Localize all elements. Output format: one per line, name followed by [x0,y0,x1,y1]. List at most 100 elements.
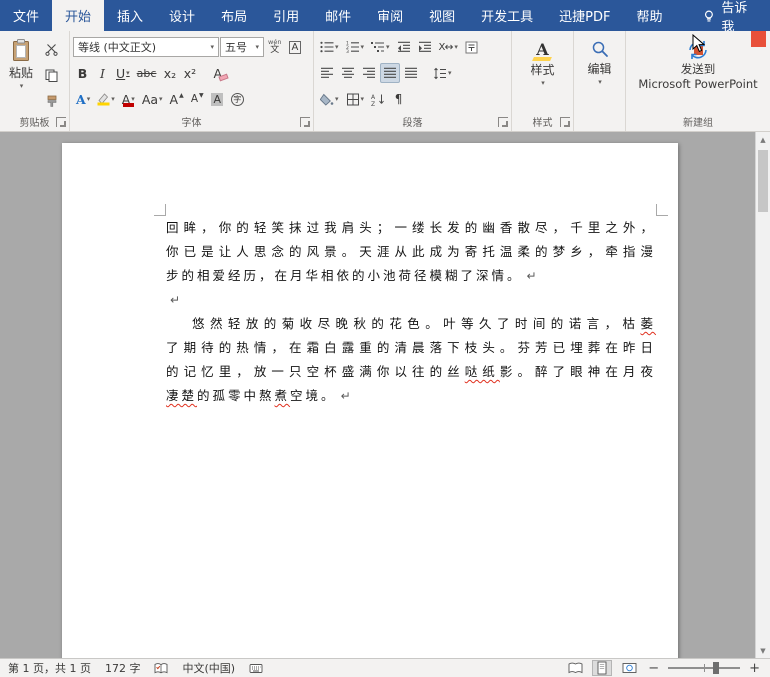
numbering-button[interactable]: 123 ▾ [343,37,368,57]
zoom-out-button[interactable]: − [646,661,661,676]
send-to-powerpoint-button[interactable]: 发送到 Microsoft PowerPoint [629,36,767,92]
vertical-scrollbar[interactable]: ▲ ▼ [755,132,770,658]
language-status[interactable]: 中文(中国) [182,660,235,676]
crop-mark-right [656,204,668,216]
styles-icon: A [536,40,549,59]
font-name-select[interactable]: 等线 (中文正文) ▾ [73,37,219,57]
styles-dialog-launcher[interactable] [560,117,570,127]
align-right-button[interactable] [359,63,379,83]
justify-button[interactable] [380,63,400,83]
styles-button[interactable]: A 样式 ▾ [515,36,570,87]
word-count-status[interactable]: 172 字 [105,660,141,676]
sort-button[interactable]: AZ [368,89,388,109]
grow-font-button[interactable]: A ▲ [167,89,187,109]
show-marks-button[interactable]: ¶ [389,89,408,109]
web-layout-button[interactable] [619,660,639,676]
proofing-status[interactable] [154,662,168,675]
text-effects-button[interactable]: A ▾ [73,89,93,109]
subscript-button[interactable]: x₂ [160,63,179,83]
char-shading-button[interactable]: A [208,89,227,109]
shading-button[interactable]: ▾ [317,89,342,109]
doc-line[interactable]: 悠然轻放的菊收尽晚秋的花色。叶等久了时间的诺言，枯萎 [166,312,656,336]
format-painter-button[interactable] [42,91,61,111]
decrease-indent-button[interactable] [394,37,414,57]
underline-button[interactable]: U ▾ [113,63,133,83]
ribbon-tab[interactable]: 插入 [104,0,156,31]
doc-line[interactable]: 的记忆里，放一只空杯盛满你以往的丝哒纸影。醉了眼神在月夜 [166,360,656,384]
enclose-char-button[interactable]: 字 [228,89,247,109]
caret-icon: ▾ [454,42,458,51]
ribbon-tab[interactable]: 文件 [0,0,52,31]
font-color-button[interactable]: A ▾ [119,89,138,109]
doc-line[interactable]: 你已是让人思念的风景。天涯从此成为寄托温柔的梦乡，牵指漫 [166,240,656,264]
scroll-down-arrow[interactable]: ▼ [756,643,770,658]
web-layout-icon [622,663,637,673]
caret-icon: ▾ [448,68,452,77]
ribbon-tab[interactable]: 审阅 [364,0,416,31]
strikethrough-button[interactable]: abc [134,63,160,83]
italic-button[interactable]: I [93,63,112,83]
cut-button[interactable] [42,39,61,59]
phonetic-guide-icon: wén 文 [268,38,282,55]
tell-me[interactable]: 告诉我 [692,0,770,35]
borders-button[interactable]: ▾ [343,89,368,109]
print-layout-button[interactable] [592,660,613,676]
doc-line[interactable]: 回眸，你的轻笑抹过我肩头；一缕长发的幽香散尽，千里之外， [166,216,656,240]
doc-line[interactable]: 凄楚的孤零中熬煮空境。 ↵ [166,384,656,408]
align-left-button[interactable] [317,63,337,83]
multilevel-list-button[interactable]: ▾ [368,37,393,57]
font-dialog-launcher[interactable] [300,117,310,127]
bullets-button[interactable]: ▾ [317,37,342,57]
phonetic-guide-button[interactable]: wén 文 [265,37,284,57]
tell-me-label: 告诉我 [721,0,748,35]
paragraph-dialog-launcher[interactable] [498,117,508,127]
distribute-icon [405,67,417,78]
change-case-button[interactable]: Aa ▾ [139,89,166,109]
ribbon-tab[interactable]: 帮助 [623,0,675,31]
distribute-button[interactable] [401,63,421,83]
ribbon-tab[interactable]: 布局 [208,0,260,31]
proofing-book-icon [155,662,168,673]
group-styles: A 样式 ▾ 样式 [512,31,574,131]
ime-status[interactable] [249,662,263,675]
ribbon-tab[interactable]: 引用 [260,0,312,31]
clipboard-dialog-launcher[interactable] [56,117,66,127]
status-bar: 第 1 页，共 1 页 172 字 中文(中国) − + [0,658,770,677]
shrink-font-button[interactable]: A ▼ [188,89,207,109]
font-size-select[interactable]: 五号 ▾ [220,37,264,57]
align-center-button[interactable] [338,63,358,83]
borders-grid-icon [346,93,359,105]
document-text[interactable]: 回眸，你的轻笑抹过我肩头；一缕长发的幽香散尽，千里之外， 你已是让人思念的风景。天… [166,216,656,408]
doc-line[interactable]: 了期待的热情，在霜白露重的清晨落下枝头。芬芳已埋葬在昨日 [166,336,656,360]
page[interactable]: 回眸，你的轻笑抹过我肩头；一缕长发的幽香散尽，千里之外， 你已是让人思念的风景。天… [62,143,678,658]
highlight-button[interactable]: ▾ [94,89,118,109]
ribbon-tab[interactable]: 迅捷PDF [546,0,623,31]
page-number-status[interactable]: 第 1 页，共 1 页 [8,660,91,676]
read-mode-button[interactable] [565,660,585,676]
copy-button[interactable] [42,65,61,85]
zoom-slider-thumb[interactable] [712,662,719,674]
scroll-up-arrow[interactable]: ▲ [756,132,770,147]
line-spacing-button[interactable]: ▾ [430,63,455,83]
svg-text:3: 3 [346,49,349,53]
doc-line[interactable]: ↵ [166,288,656,312]
clear-format-button[interactable]: A [210,63,231,83]
caret-icon: ▾ [360,42,365,51]
char-units-button[interactable] [462,37,481,57]
scroll-thumb[interactable] [758,150,768,212]
ribbon-tab[interactable]: 开始 [52,0,105,31]
doc-line[interactable]: 步的相爱经历，在月华相依的小池荷径模糊了深情。 ↵ [166,264,656,288]
ribbon-tab[interactable]: 邮件 [312,0,364,31]
char-border-button[interactable]: A [285,37,304,57]
asian-layout-button[interactable]: X ▾ [436,37,461,57]
increase-indent-button[interactable] [415,37,435,57]
zoom-in-button[interactable]: + [747,661,762,676]
superscript-button[interactable]: x² [180,63,199,83]
paste-button[interactable]: 粘贴 ▾ [3,36,39,114]
bold-button[interactable]: B [73,63,92,83]
ribbon-tab[interactable]: 设计 [156,0,208,31]
ribbon-tab[interactable]: 视图 [416,0,468,31]
ribbon-tab[interactable]: 开发工具 [468,0,546,31]
editing-button[interactable]: 编辑 ▾ [577,36,622,86]
zoom-slider[interactable] [668,662,741,674]
